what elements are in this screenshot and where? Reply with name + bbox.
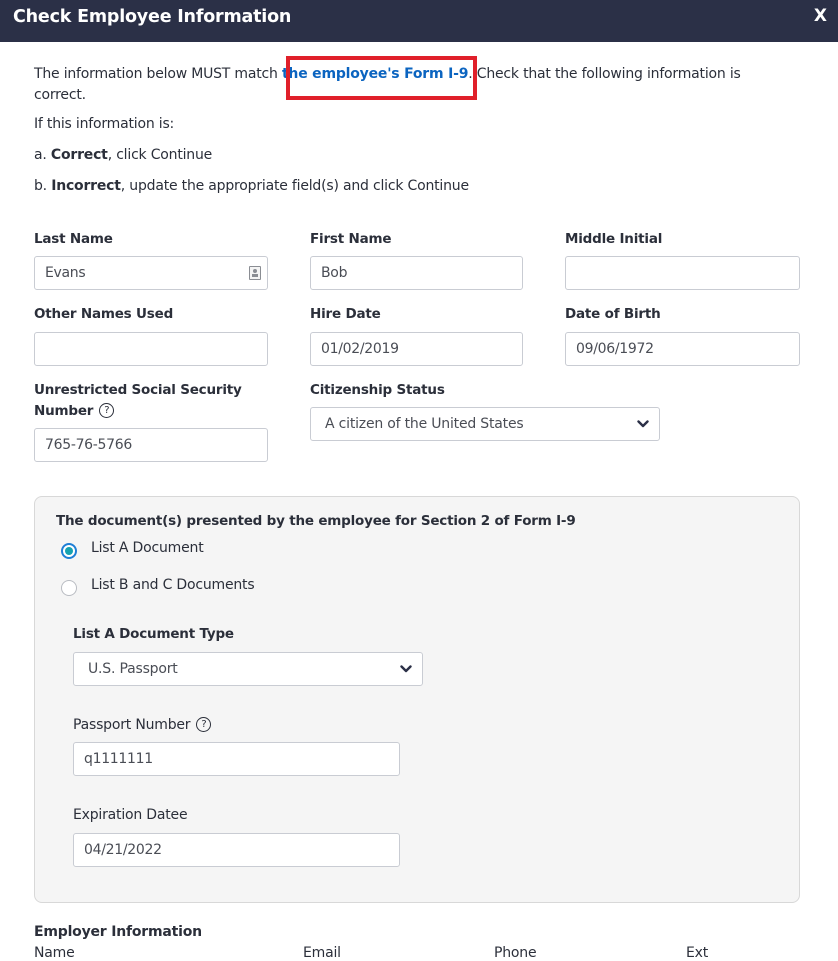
doc-type-selected: U.S. Passport [88, 661, 178, 677]
employer-col-ext: Ext [686, 945, 709, 961]
first-name-label: First Name [310, 231, 392, 247]
close-button[interactable]: X [814, 6, 827, 26]
ssn-input[interactable]: 765-76-5766 [34, 428, 268, 462]
date-of-birth-label: Date of Birth [565, 306, 661, 322]
first-name-input[interactable]: Bob [310, 256, 523, 290]
employer-col-name: Name [34, 945, 75, 961]
ssn-label-line2: Number [34, 403, 94, 419]
contact-card-icon[interactable] [249, 266, 261, 280]
help-icon[interactable]: ? [99, 402, 115, 418]
passport-number-input[interactable]: q1111111 [73, 742, 400, 776]
date-of-birth-input[interactable]: 09/06/1972 [565, 332, 800, 366]
ssn-label: Unrestricted Social Security Number? [34, 380, 274, 422]
dialog-title: Check Employee Information [13, 7, 292, 27]
intro-prefix: The information below MUST match [34, 66, 282, 82]
expiration-date-label: Expiration Datee [73, 807, 188, 823]
employer-col-email: Email [303, 945, 341, 961]
form-i9-link[interactable]: the employee's Form I-9 [282, 66, 469, 82]
documents-title: The document(s) presented by the employe… [56, 513, 576, 529]
hire-date-input[interactable]: 01/02/2019 [310, 332, 523, 366]
radio-list-b-c[interactable] [61, 580, 77, 596]
middle-initial-input[interactable] [565, 256, 800, 290]
instruction-correct: a. Correct, click Continue [34, 147, 212, 163]
employer-col-phone: Phone [494, 945, 537, 961]
expiration-date-input[interactable]: 04/21/2022 [73, 833, 400, 867]
dialog-header: Check Employee Information X [0, 0, 838, 42]
chevron-down-icon [400, 665, 412, 673]
instruction-incorrect: b. Incorrect, update the appropriate fie… [34, 178, 469, 194]
instruction-b-suffix: , update the appropriate field(s) and cl… [120, 178, 469, 194]
last-name-input[interactable]: Evans [34, 256, 268, 290]
instruction-a-suffix: , click Continue [107, 147, 213, 163]
other-names-label: Other Names Used [34, 306, 174, 322]
radio-list-b-c-label[interactable]: List B and C Documents [91, 577, 255, 593]
doc-type-label: List A Document Type [73, 626, 234, 642]
instruction-b-bold: Incorrect [51, 178, 121, 194]
last-name-value: Evans [45, 265, 86, 281]
last-name-label: Last Name [34, 231, 113, 247]
doc-type-select[interactable]: U.S. Passport [73, 652, 423, 686]
if-line: If this information is: [34, 116, 175, 132]
ssn-label-line1: Unrestricted Social Security [34, 382, 242, 398]
citizenship-select[interactable]: A citizen of the United States [310, 407, 660, 441]
citizenship-label: Citizenship Status [310, 382, 445, 398]
middle-initial-label: Middle Initial [565, 231, 663, 247]
citizenship-selected: A citizen of the United States [325, 416, 524, 432]
radio-list-a-label[interactable]: List A Document [91, 540, 204, 556]
instruction-a-bold: Correct [50, 147, 108, 163]
employer-info-title: Employer Information [34, 924, 202, 940]
help-icon[interactable]: ? [196, 716, 212, 732]
hire-date-label: Hire Date [310, 306, 381, 322]
passport-number-label-text: Passport Number [73, 717, 191, 733]
radio-list-a[interactable] [61, 543, 77, 559]
instruction-b-prefix: b. [34, 178, 52, 194]
intro-text: The information below MUST match the emp… [34, 64, 794, 106]
other-names-input[interactable] [34, 332, 268, 366]
chevron-down-icon [637, 420, 649, 428]
passport-number-label: Passport Number? [73, 715, 212, 736]
instruction-a-prefix: a. [34, 147, 51, 163]
